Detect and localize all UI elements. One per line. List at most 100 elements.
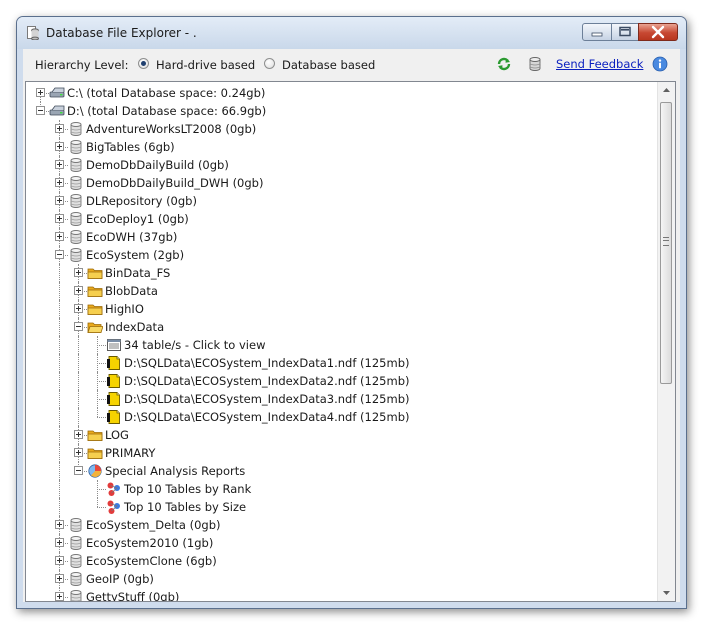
database-radio[interactable] <box>264 58 275 69</box>
close-button[interactable] <box>638 23 678 41</box>
tree-node-data-file[interactable]: D:\SQLData\ECOSystem_IndexData1.ndf (125… <box>26 354 656 372</box>
tree-node-label[interactable]: EcoDWH (37gb) <box>86 230 177 244</box>
tree-node-label[interactable]: EcoSystem_Delta (0gb) <box>86 518 221 532</box>
collapse-icon[interactable] <box>55 250 64 259</box>
scrollbar-thumb[interactable] <box>660 102 672 384</box>
tree-node-data-file[interactable]: D:\SQLData\ECOSystem_IndexData4.ndf (125… <box>26 408 656 426</box>
expand-icon[interactable] <box>74 448 83 457</box>
data-file-icon <box>107 356 120 370</box>
tree-node-label[interactable]: AdventureWorksLT2008 (0gb) <box>86 122 256 136</box>
expand-icon[interactable] <box>55 556 64 565</box>
collapse-icon[interactable] <box>74 322 83 331</box>
tree-node-database[interactable]: EcoSystemClone (6gb) <box>26 552 656 570</box>
tree-node-filegroup[interactable]: LOG <box>26 426 656 444</box>
expand-icon[interactable] <box>55 538 64 547</box>
expand-icon[interactable] <box>36 88 45 97</box>
toolbar: Hierarchy Level: Hard-drive based Databa… <box>23 49 680 81</box>
tree-node-drive-c[interactable]: C:\ (total Database space: 0.24gb) <box>26 84 656 102</box>
tree-node-filegroup[interactable]: PRIMARY <box>26 444 656 462</box>
tree-node-label[interactable]: DemoDbDailyBuild_DWH (0gb) <box>86 176 263 190</box>
expand-icon[interactable] <box>55 520 64 529</box>
tree-node-label[interactable]: HighIO <box>105 302 144 316</box>
expand-icon[interactable] <box>55 592 64 601</box>
expand-icon[interactable] <box>55 142 64 151</box>
tree-node-label[interactable]: IndexData <box>105 320 164 334</box>
tree-node-database[interactable]: BigTables (6gb) <box>26 138 656 156</box>
tree-node-label[interactable]: GeoIP (0gb) <box>86 572 154 586</box>
tree-node-table-list[interactable]: 34 table/s - Click to view <box>26 336 656 354</box>
tree-node-data-file[interactable]: D:\SQLData\ECOSystem_IndexData2.ndf (125… <box>26 372 656 390</box>
database-icon[interactable] <box>527 56 543 72</box>
refresh-icon[interactable] <box>496 56 512 72</box>
tree-node-label[interactable]: D:\SQLData\ECOSystem_IndexData4.ndf (125… <box>124 410 409 424</box>
tree-node-filegroup[interactable]: HighIO <box>26 300 656 318</box>
tree-node-database-ecosystem[interactable]: EcoSystem (2gb) <box>26 246 656 264</box>
expand-icon[interactable] <box>55 232 64 241</box>
send-feedback-link[interactable]: Send Feedback <box>556 57 643 71</box>
tree-node-filegroup[interactable]: BinData_FS <box>26 264 656 282</box>
tree-node-reports[interactable]: Special Analysis Reports <box>26 462 656 480</box>
tree-node-label[interactable]: D:\ (total Database space: 66.9gb) <box>67 104 266 118</box>
tree-node-drive-d[interactable]: D:\ (total Database space: 66.9gb) <box>26 102 656 120</box>
expand-icon[interactable] <box>55 196 64 205</box>
tree-node-label[interactable]: EcoSystem (2gb) <box>86 248 184 262</box>
tree-node-label[interactable]: C:\ (total Database space: 0.24gb) <box>67 86 265 100</box>
expand-icon[interactable] <box>74 304 83 313</box>
tree-node-label[interactable]: DLRepository (0gb) <box>86 194 197 208</box>
tree-node-database[interactable]: GeoIP (0gb) <box>26 570 656 588</box>
tree-node-label[interactable]: D:\SQLData\ECOSystem_IndexData1.ndf (125… <box>124 356 409 370</box>
tree-node-filegroup-indexdata[interactable]: IndexData <box>26 318 656 336</box>
vertical-scrollbar[interactable] <box>657 82 675 601</box>
tree-node-label[interactable]: BlobData <box>105 284 158 298</box>
title-bar[interactable]: Database File Explorer - . <box>17 17 686 49</box>
tree-node-database[interactable]: DLRepository (0gb) <box>26 192 656 210</box>
expand-icon[interactable] <box>74 286 83 295</box>
tree-guide-line <box>97 498 98 507</box>
tree-node-label[interactable]: Top 10 Tables by Size <box>124 500 246 514</box>
tree-node-label[interactable]: D:\SQLData\ECOSystem_IndexData2.ndf (125… <box>124 374 409 388</box>
tree-node-label[interactable]: Top 10 Tables by Rank <box>124 482 251 496</box>
tree-node-label[interactable]: BigTables (6gb) <box>86 140 175 154</box>
hard-drive-radio-label[interactable]: Hard-drive based <box>156 58 255 72</box>
scroll-down-arrow-icon[interactable] <box>658 584 675 601</box>
collapse-icon[interactable] <box>36 106 45 115</box>
tree-node-database[interactable]: EcoDWH (37gb) <box>26 228 656 246</box>
expand-icon[interactable] <box>55 124 64 133</box>
info-icon[interactable] <box>652 56 668 72</box>
tree-node-label[interactable]: Special Analysis Reports <box>105 464 245 478</box>
tree-node-report[interactable]: Top 10 Tables by Size <box>26 498 656 516</box>
tree-node-label[interactable]: 34 table/s - Click to view <box>124 338 265 352</box>
expand-icon[interactable] <box>55 574 64 583</box>
tree-node-database[interactable]: EcoSystem_Delta (0gb) <box>26 516 656 534</box>
tree-node-label[interactable]: EcoDeploy1 (0gb) <box>86 212 189 226</box>
tree-node-label[interactable]: D:\SQLData\ECOSystem_IndexData3.ndf (125… <box>124 392 409 406</box>
tree-node-label[interactable]: LOG <box>105 428 129 442</box>
tree-node-label[interactable]: EcoSystemClone (6gb) <box>86 554 217 568</box>
tree-node-filegroup[interactable]: BlobData <box>26 282 656 300</box>
tree-node-label[interactable]: GettyStuff (0gb) <box>86 590 179 601</box>
expand-icon[interactable] <box>55 214 64 223</box>
tree-node-database[interactable]: AdventureWorksLT2008 (0gb) <box>26 120 656 138</box>
maximize-button[interactable] <box>611 23 639 41</box>
tree-node-database[interactable]: DemoDbDailyBuild (0gb) <box>26 156 656 174</box>
minimize-button[interactable] <box>582 23 612 41</box>
tree-node-label[interactable]: BinData_FS <box>105 266 170 280</box>
expand-icon[interactable] <box>55 160 64 169</box>
tree-node-label[interactable]: DemoDbDailyBuild (0gb) <box>86 158 229 172</box>
tree-node-database[interactable]: DemoDbDailyBuild_DWH (0gb) <box>26 174 656 192</box>
database-radio-label[interactable]: Database based <box>282 58 375 72</box>
database-tree[interactable]: C:\ (total Database space: 0.24gb) D:\ (t… <box>26 82 656 601</box>
tree-node-database[interactable]: GettyStuff (0gb) <box>26 588 656 601</box>
tree-node-report[interactable]: Top 10 Tables by Rank <box>26 480 656 498</box>
scroll-up-arrow-icon[interactable] <box>658 82 675 99</box>
tree-node-label[interactable]: EcoSystem2010 (1gb) <box>86 536 213 550</box>
tree-node-database[interactable]: EcoSystem2010 (1gb) <box>26 534 656 552</box>
hard-drive-radio[interactable] <box>138 58 149 69</box>
expand-icon[interactable] <box>55 178 64 187</box>
expand-icon[interactable] <box>74 430 83 439</box>
expand-icon[interactable] <box>74 268 83 277</box>
tree-node-data-file[interactable]: D:\SQLData\ECOSystem_IndexData3.ndf (125… <box>26 390 656 408</box>
tree-node-label[interactable]: PRIMARY <box>105 446 155 460</box>
collapse-icon[interactable] <box>74 466 83 475</box>
tree-node-database[interactable]: EcoDeploy1 (0gb) <box>26 210 656 228</box>
